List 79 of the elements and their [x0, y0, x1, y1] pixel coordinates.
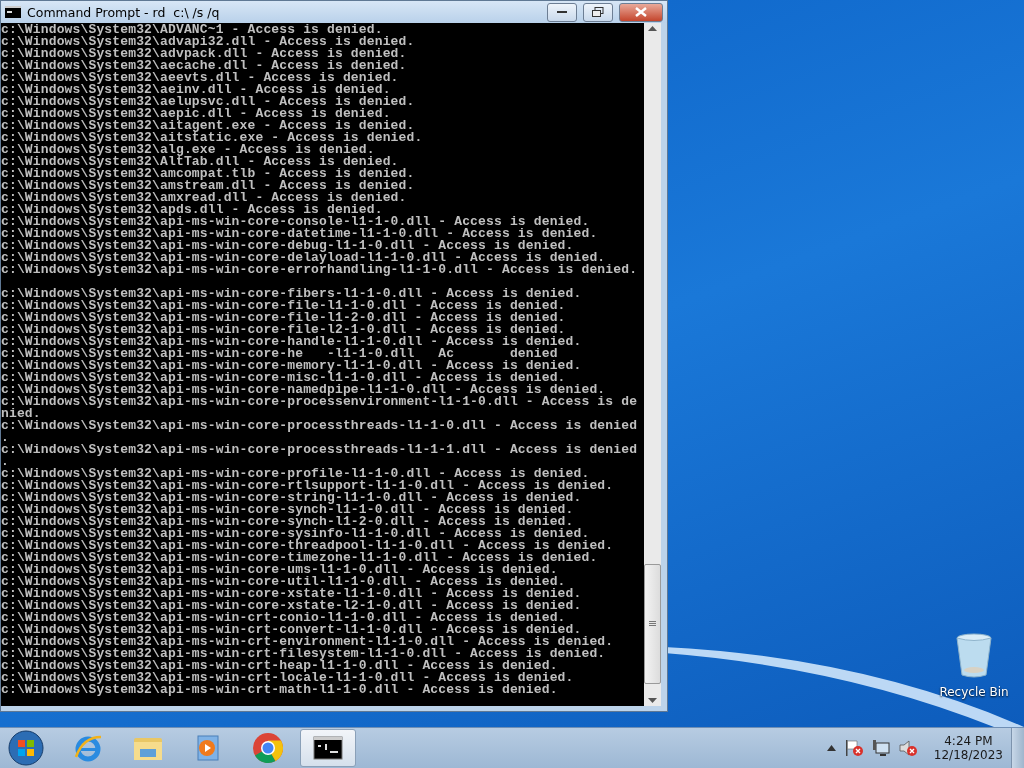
console-line: c:\Windows\System32\amxread.dll - Access is denied. [1, 192, 408, 204]
console-line: c:\Windows\System32\alg.exe - Access is denied. [1, 144, 375, 156]
console-line: c:\Windows\System32\api-ms-win-core-processenvironment-l1-1-0.dll - Access is denied. [1, 396, 639, 420]
console-line: c:\Windows\System32\aelupsvc.dll - Access is denied. [1, 96, 416, 108]
console-line: c:\Windows\System32\aeevts.dll - Access is denied. [1, 72, 400, 84]
console-line: c:\Windows\System32\api-ms-win-core-debug-l1-1-0.dll - Access is denied. [1, 240, 574, 252]
close-button[interactable] [619, 2, 663, 22]
scroll-thumb[interactable] [644, 564, 661, 684]
clock-time: 4:24 PM [944, 734, 993, 748]
grip-icon [649, 621, 656, 627]
terminal-icon [313, 736, 343, 760]
console-line: c:\Windows\System32\api-ms-win-core-console-l1-1-0.dll - Access is denied. [1, 216, 590, 228]
console-line: c:\Windows\System32\aitagent.exe - Access is denied. [1, 120, 415, 132]
console-line: c:\Windows\System32\api-ms-win-core-processthreads-l1-1-0.dll - Access is denied. [1, 420, 639, 444]
console-line: c:\Windows\System32\aecache.dll - Access is denied. [1, 60, 408, 72]
console-line: c:\Windows\System32\api-ms-win-crt-conio-l1-1-0.dll - Access is denied. [1, 612, 566, 624]
media-player-icon [195, 734, 221, 762]
minimize-button[interactable] [547, 2, 577, 22]
desktop-icon-label[interactable]: Recycle Bin [939, 685, 1009, 699]
scrollbar[interactable] [644, 23, 661, 706]
console-line: c:\Windows\System32\api-ms-win-core-util-l1-1-0.dll - Access is denied. [1, 576, 566, 588]
console-line: c:\Windows\System32\api-ms-win-core-profile-l1-1-0.dll - Access is denied. [1, 468, 590, 480]
console-line: c:\Windows\System32\api-ms-win-core-rtlsupport-l1-1-0.dll - Access is denied. [1, 480, 615, 492]
console-line: c:\Windows\System32\api-ms-win-core-xstate-l1-1-0.dll - Access is denied. [1, 588, 583, 600]
console-line: c:\Windows\System32\advapi32.dll - Access is denied. [1, 36, 416, 48]
chrome-icon [252, 732, 284, 764]
console-line: c:\Windows\System32\api-ms-win-core-handle-l1-1-0.dll - Access is denied. [1, 336, 583, 348]
recycle-bin-icon[interactable] [956, 633, 992, 679]
console-line: c:\Windows\System32\AltTab.dll - Access is denied. [1, 156, 399, 168]
clock-date: 12/18/2023 [933, 748, 1003, 762]
console-line: c:\Windows\System32\api-ms-win-crt-convert-l1-1-0.dll - Access is denied. [1, 624, 582, 636]
console-line: c:\Windows\System32\api-ms-win-core-sysinfo-l1-1-0.dll - Access is denied. [1, 528, 590, 540]
console-line: c:\Windows\System32\api-ms-win-core-threadpool-l1-1-0.dll - Access is denied. [1, 540, 615, 552]
console-line: c:\Windows\System32\api-ms-win-core-delayload-l1-1-0.dll - Access is denied. [1, 252, 606, 264]
console-line: c:\Windows\System32\advpack.dll - Access is denied. [1, 48, 408, 60]
console-line: c:\Windows\System32\api-ms-win-crt-math-l1-1-0.dll - Access is denied. [1, 684, 559, 696]
console-line: c:\Windows\System32\api-ms-win-core-file-l1-2-0.dll - Access is denied. [1, 312, 567, 324]
console-line: c:\Windows\System32\apds.dll - Access is denied. [1, 204, 383, 216]
console-line: c:\Windows\System32\api-ms-win-core-string-l1-1-0.dll - Access is denied. [1, 492, 583, 504]
console-line: c:\Windows\System32\api-ms-win-core-timezone-l1-1-0.dll - Access is denied. [1, 552, 599, 564]
restore-icon [592, 7, 604, 17]
console-line: c:\Windows\System32\api-ms-win-core-ums-l1-1-0.dll - Access is denied. [1, 564, 558, 576]
volume-muted-icon[interactable] [897, 739, 918, 757]
console-line: c:\Windows\System32\api-ms-win-crt-filesystem-l1-1-0.dll - Access is denied. [1, 648, 607, 660]
console-line: c:\Windows\System32\api-ms-win-core-synch-l1-2-0.dll - Access is denied. [1, 516, 574, 528]
console-line: c:\Windows\System32\api-ms-win-core-memory-l1-1-0.dll - Access is denied. [1, 360, 583, 372]
console-line: c:\Windows\System32\aepic.dll - Access is denied. [1, 108, 391, 120]
console-line: c:\Windows\System32\amstream.dll - Access is denied. [1, 180, 416, 192]
scroll-up-icon[interactable] [648, 26, 657, 31]
internet-explorer-icon [73, 733, 103, 763]
console-line: c:\Windows\System32\api-ms-win-core-namedpipe-l1-1-0.dll - Access is denied. [1, 384, 606, 396]
maximize-button[interactable] [583, 2, 613, 22]
close-icon [635, 7, 647, 17]
console-line: c:\Windows\System32\api-ms-win-core-datetime-l1-1-0.dll - Access is denied. [1, 228, 599, 240]
minimize-icon [557, 10, 567, 14]
flag-error-icon[interactable] [843, 739, 864, 757]
console-line: c:\Windows\System32\api-ms-win-core-file-l2-1-0.dll - Access is denied. [1, 324, 566, 336]
window-title: Command Prompt - rd c:\ /s /q [27, 4, 221, 20]
console-line: c:\Windows\System32\aeinv.dll - Access is denied. [1, 84, 391, 96]
console-line: c:\Windows\System32\api-ms-win-crt-heap-l1-1-0.dll - Access is denied. [1, 660, 558, 672]
console-line: c:\Windows\System32\api-ms-win-core-misc-l1-1-0.dll - Access is denied. [1, 372, 566, 384]
console-line: c:\Windows\System32\api-ms-win-core-file-l1-1-0.dll - Access is denied. [1, 300, 567, 312]
scroll-down-icon[interactable] [648, 698, 657, 703]
console-line: c:\Windows\System32\aitstatic.exe - Access is denied. [1, 132, 424, 144]
console-line: c:\Windows\System32\api-ms-win-core-xstate-l2-1-0.dll - Access is denied. [1, 600, 583, 612]
terminal-icon [5, 6, 21, 18]
console-line: c:\Windows\System32\api-ms-win-core-he -l1-1-0.dll Ac denied [1, 348, 558, 360]
console-line: c:\Windows\System32\ADVANC~1 - Access is denied. [1, 24, 383, 36]
show-hidden-icons-icon[interactable] [826, 745, 836, 751]
console-line: c:\Windows\System32\amcompat.tlb - Access is denied. [1, 168, 416, 180]
network-icon[interactable] [871, 739, 890, 757]
console-line: c:\Windows\System32\api-ms-win-core-errorhandling-l1-1-0.dll - Access is denied. [1, 264, 639, 276]
start-button[interactable] [6, 729, 46, 767]
console-line: c:\Windows\System32\api-ms-win-core-processthreads-l1-1-1.dll - Access is denied. [1, 444, 639, 468]
taskbar-button[interactable] [300, 729, 356, 767]
console-line: c:\Windows\System32\api-ms-win-core-fibers-l1-1-0.dll - Access is denied. [1, 288, 583, 300]
console-line: c:\Windows\System32\api-ms-win-crt-locale-l1-1-0.dll - Access is denied. [1, 672, 575, 684]
console-line: c:\Windows\System32\api-ms-win-core-synch-l1-1-0.dll - Access is denied. [1, 504, 575, 516]
console-line: c:\Windows\System32\api-ms-win-crt-environment-l1-1-0.dll - Access is denied. [1, 636, 615, 648]
